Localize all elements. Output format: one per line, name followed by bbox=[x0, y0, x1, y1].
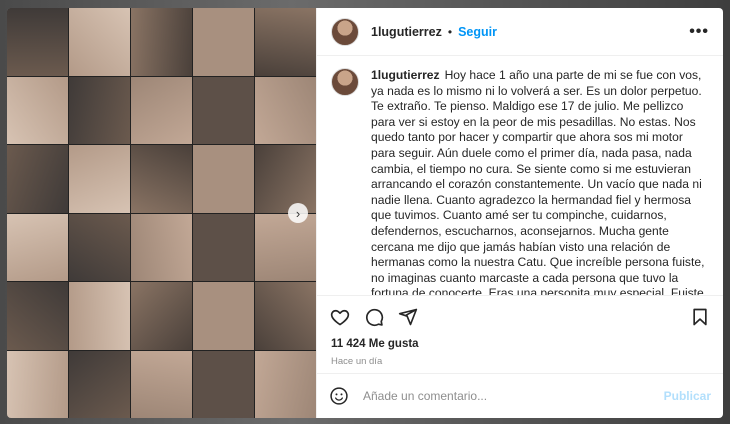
caption: 1lugutierrez Hoy hace 1 año una parte de … bbox=[371, 68, 709, 295]
collage-photo bbox=[255, 145, 316, 213]
collage-photo bbox=[255, 282, 316, 350]
post-timestamp[interactable]: Hace un día bbox=[317, 356, 723, 367]
collage-photo bbox=[69, 282, 130, 350]
collage-photo bbox=[7, 76, 68, 144]
collage-photo bbox=[69, 76, 130, 144]
collage-photo bbox=[69, 8, 130, 76]
comment-icon[interactable] bbox=[364, 307, 384, 327]
post-header: 1lugutierrez • Seguir ••• bbox=[317, 8, 723, 56]
post-media-collage: › bbox=[7, 8, 316, 418]
collage-photo bbox=[7, 8, 68, 76]
collage-photo bbox=[131, 8, 192, 76]
publish-button[interactable]: Publicar bbox=[664, 389, 711, 403]
collage-photo bbox=[7, 282, 68, 350]
collage-photo bbox=[69, 213, 130, 281]
more-options-icon[interactable]: ••• bbox=[689, 23, 709, 41]
caption-text: Hoy hace 1 año una parte de mi se fue co… bbox=[371, 68, 705, 296]
like-count[interactable]: 11 424 Me gusta bbox=[317, 338, 723, 350]
collage-photo bbox=[255, 8, 316, 76]
collage-photo bbox=[131, 282, 192, 350]
comment-bar: Publicar bbox=[317, 373, 723, 418]
action-bar bbox=[317, 300, 723, 334]
collage-photo bbox=[193, 213, 254, 281]
collage-photo bbox=[193, 145, 254, 213]
collage-photo bbox=[255, 213, 316, 281]
comment-input[interactable] bbox=[361, 388, 652, 404]
caption-area: 1lugutierrez Hoy hace 1 año una parte de … bbox=[317, 56, 723, 296]
emoji-icon[interactable] bbox=[329, 386, 349, 406]
caption-avatar[interactable] bbox=[331, 68, 359, 96]
follow-button[interactable]: Seguir bbox=[458, 25, 497, 39]
collage-photo bbox=[7, 145, 68, 213]
bookmark-icon[interactable] bbox=[690, 307, 710, 327]
collage-photo bbox=[193, 76, 254, 144]
caption-username[interactable]: 1lugutierrez bbox=[371, 68, 440, 82]
collage-photo bbox=[131, 76, 192, 144]
collage-photo bbox=[7, 213, 68, 281]
share-icon[interactable] bbox=[398, 307, 418, 327]
username-link[interactable]: 1lugutierrez bbox=[371, 25, 442, 39]
collage-photo bbox=[193, 8, 254, 76]
post-side-panel: 1lugutierrez • Seguir ••• 1lugutierrez Ho… bbox=[316, 8, 723, 418]
collage-photo bbox=[255, 76, 316, 144]
collage-photo bbox=[193, 282, 254, 350]
heart-icon[interactable] bbox=[330, 307, 350, 327]
collage-photo bbox=[69, 145, 130, 213]
collage-photo bbox=[193, 350, 254, 418]
collage-photo bbox=[69, 350, 130, 418]
avatar[interactable] bbox=[331, 17, 359, 46]
collage-photo bbox=[131, 213, 192, 281]
separator-dot: • bbox=[447, 24, 453, 39]
collage-photo bbox=[7, 350, 68, 418]
collage-photo bbox=[131, 145, 192, 213]
collage-photo bbox=[255, 350, 316, 418]
chevron-right-icon[interactable]: › bbox=[288, 203, 308, 223]
post-modal: › 1lugutierrez • Seguir ••• 1lugutierrez… bbox=[7, 8, 723, 418]
collage-photo bbox=[131, 350, 192, 418]
